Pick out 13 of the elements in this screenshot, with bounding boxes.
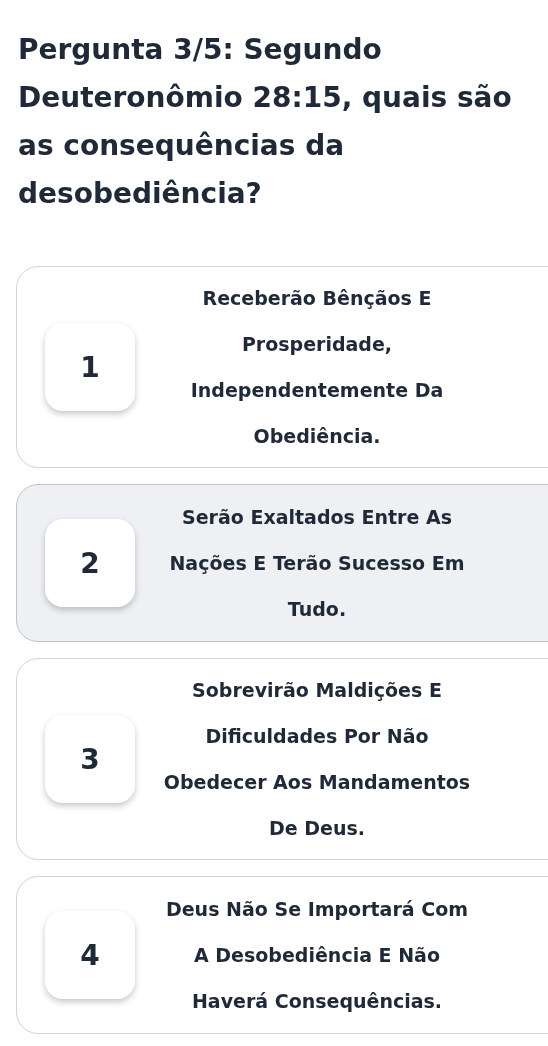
option-number: 1 bbox=[45, 323, 135, 411]
answer-option[interactable]: 1 Receberão Bênçãos E Prosperidade, Independentemente Da Obediência. bbox=[16, 266, 548, 468]
option-number: 4 bbox=[45, 911, 135, 999]
option-number: 3 bbox=[45, 715, 135, 803]
answer-option[interactable]: 4 Deus Não Se Importará Com A Desobediência E Não Haverá Consequências. bbox=[16, 876, 548, 1034]
answer-option[interactable]: 2 Serão Exaltados Entre As Nações E Terão Sucesso Em Tudo. bbox=[16, 484, 548, 642]
option-text: Deus Não Se Importará Com A Desobediência E Não Haverá Consequências. bbox=[164, 897, 470, 1014]
option-number: 2 bbox=[45, 519, 135, 607]
answer-option[interactable]: 3 Sobrevirão Maldições E Dificuldades Por Não Obedecer Aos Mandamentos De Deus. bbox=[16, 658, 548, 860]
option-text: Serão Exaltados Entre As Nações E Terão Sucesso Em Tudo. bbox=[168, 505, 466, 622]
option-text: Sobrevirão Maldições E Dificuldades Por Não Obedecer Aos Mandamentos De Deus. bbox=[162, 678, 472, 841]
question-title: Pergunta 3/5: Segundo Deuteronômio 28:15, quais são as consequências da desobediência? bbox=[18, 32, 513, 212]
option-text: Receberão Bênçãos E Prosperidade, Independentemente Da Obediência. bbox=[189, 286, 445, 449]
